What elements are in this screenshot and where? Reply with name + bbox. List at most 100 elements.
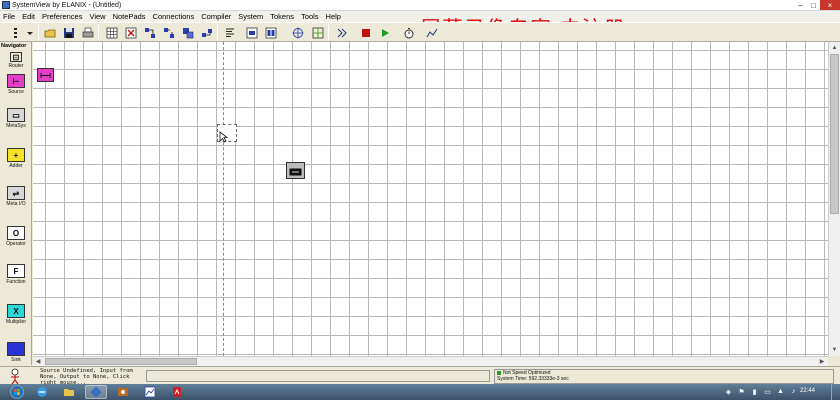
title-bar[interactable]: SystemView by ELANIX - (Untitled) – □ ×	[0, 0, 840, 11]
nav-operator-label: Operator	[6, 241, 26, 247]
source-token[interactable]	[37, 68, 54, 82]
duplicate-tokens-icon[interactable]	[180, 25, 195, 40]
toolbar-separator	[328, 25, 329, 40]
print-icon[interactable]	[80, 25, 95, 40]
operator-icon: O	[7, 226, 25, 240]
chart-app-icon	[144, 386, 156, 398]
start-button[interactable]	[8, 385, 26, 399]
tray-battery-icon[interactable]: ▮	[750, 387, 759, 396]
app-window: SystemView by ELANIX - (Untitled) – □ × …	[0, 0, 840, 385]
stop-icon[interactable]	[358, 25, 373, 40]
scroll-left-icon[interactable]: ◀	[33, 357, 43, 366]
selection-box[interactable]	[217, 124, 237, 143]
taskbar-systemview[interactable]	[85, 385, 107, 399]
scroll-up-icon[interactable]: ▲	[829, 42, 840, 53]
mouse-cursor-icon	[219, 131, 228, 143]
menu-edit[interactable]: Edit	[22, 12, 35, 21]
metasystem-create-icon[interactable]	[244, 25, 259, 40]
menu-tools[interactable]: Tools	[301, 12, 319, 21]
menu-system[interactable]: System	[238, 12, 263, 21]
folder-icon	[64, 389, 74, 396]
nav-metasys-label: MetaSys	[6, 123, 26, 129]
nav-adder[interactable]: + Adder	[2, 148, 30, 176]
windows-taskbar: ◈ ⚑ ▮ ▭ ▲ ♪ 22:44	[0, 384, 840, 400]
vertical-scroll-thumb[interactable]	[830, 54, 839, 214]
nav-source-label: Source	[8, 89, 24, 95]
adder-icon: +	[7, 148, 25, 162]
tray-volume-icon[interactable]: ♪	[789, 387, 798, 396]
source-icon: ⊢	[7, 74, 25, 88]
show-desktop-button[interactable]	[831, 384, 840, 400]
nav-multiplier[interactable]: X Multiplier	[2, 304, 30, 332]
horizontal-scroll-thumb[interactable]	[45, 358, 197, 365]
maximize-button[interactable]: □	[807, 0, 820, 10]
toolbar-separator	[38, 25, 39, 40]
dropdown-arrow-icon[interactable]	[22, 25, 37, 40]
menu-compiler[interactable]: Compiler	[201, 12, 231, 21]
connect-tokens-icon[interactable]	[142, 25, 157, 40]
timer-icon[interactable]	[401, 25, 416, 40]
nav-sink-label: Sink	[11, 357, 21, 363]
windows-logo-icon	[10, 385, 24, 399]
media-player-icon	[118, 388, 128, 396]
taskbar-pdf[interactable]	[166, 385, 188, 399]
scroll-down-icon[interactable]: ▼	[829, 344, 840, 355]
grid-table-icon[interactable]	[104, 25, 119, 40]
menu-connections[interactable]: Connections	[153, 12, 195, 21]
menu-view[interactable]: View	[89, 12, 105, 21]
nav-multiplier-label: Multiplier	[5, 319, 26, 325]
disconnect-tokens-icon[interactable]	[161, 25, 176, 40]
vertical-scrollbar[interactable]: ▲ ▼	[828, 42, 840, 356]
pdf-icon	[173, 387, 181, 397]
toolbar-handle-icon[interactable]	[8, 25, 23, 40]
tray-network-icon[interactable]: ◈	[724, 387, 733, 396]
nav-source[interactable]: ⊢ Source	[2, 74, 30, 102]
sink-token[interactable]	[286, 162, 305, 179]
page-boundary-line	[223, 42, 224, 356]
compiler-arrow-icon[interactable]	[334, 25, 349, 40]
run-icon[interactable]	[377, 25, 392, 40]
nav-operator[interactable]: O Operator	[2, 226, 30, 254]
notepad-icon[interactable]	[222, 25, 237, 40]
speed-indicator-icon	[497, 370, 501, 375]
nav-meta-io[interactable]: ⇌ Meta I/O	[2, 186, 30, 214]
nav-function-label: Function	[6, 279, 26, 285]
taskbar-explorer[interactable]	[58, 385, 80, 399]
taskbar-clock[interactable]: 22:44	[800, 388, 815, 394]
toolbar	[0, 22, 840, 42]
status-info-panel: Not Speed Optimized System Time: 592.333…	[494, 369, 834, 384]
save-icon[interactable]	[61, 25, 76, 40]
token-navigator: Navigator ⊡ Router ⊢ Source ▭ MetaSys + …	[0, 42, 32, 365]
analysis-icon[interactable]	[424, 25, 439, 40]
metasys-icon: ▭	[7, 108, 25, 122]
menu-help[interactable]: Help	[326, 12, 341, 21]
taskbar-media[interactable]	[112, 385, 134, 399]
nav-metasys[interactable]: ▭ MetaSys	[2, 108, 30, 136]
taskbar-ie[interactable]	[31, 385, 53, 399]
tray-signal-icon[interactable]: ▲	[776, 387, 785, 396]
scroll-right-icon[interactable]: ▶	[817, 357, 827, 366]
minimize-button[interactable]: –	[794, 0, 807, 10]
root-locus-icon[interactable]	[290, 25, 305, 40]
taskbar-chart[interactable]	[139, 385, 161, 399]
status-message: Source Undefined, Input from None, Outpu…	[40, 368, 133, 384]
delete-token-icon[interactable]	[123, 25, 138, 40]
sink-icon	[7, 342, 25, 356]
systemview-app-icon	[90, 386, 102, 398]
menu-file[interactable]: File	[3, 12, 15, 21]
design-canvas[interactable]	[33, 42, 828, 356]
menu-notepads[interactable]: NotePads	[113, 12, 146, 21]
menu-preferences[interactable]: Preferences	[42, 12, 82, 21]
tray-flag-icon[interactable]: ⚑	[737, 387, 746, 396]
open-folder-icon[interactable]	[42, 25, 57, 40]
metasystem-expand-icon[interactable]	[263, 25, 278, 40]
tray-display-icon[interactable]: ▭	[763, 387, 772, 396]
internet-explorer-icon	[37, 387, 47, 397]
menu-tokens[interactable]: Tokens	[270, 12, 294, 21]
close-button[interactable]: ×	[820, 0, 840, 10]
grid-view-icon[interactable]	[310, 25, 325, 40]
reverse-tokens-icon[interactable]	[199, 25, 214, 40]
horizontal-scrollbar[interactable]: ◀ ▶	[33, 356, 828, 366]
status-bar: Source Undefined, Input from None, Outpu…	[0, 366, 840, 385]
nav-function[interactable]: F Function	[2, 264, 30, 292]
